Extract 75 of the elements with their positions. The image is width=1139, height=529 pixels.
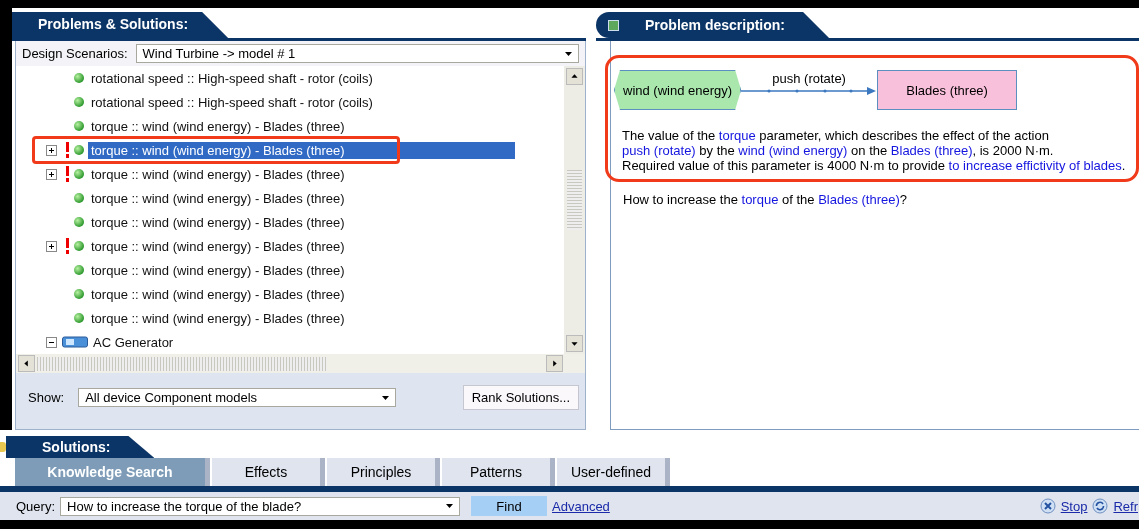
tree-item[interactable]: torque :: wind (wind energy) - Blades (three)	[88, 117, 348, 135]
term-link[interactable]: torque	[741, 192, 779, 207]
caret-icon	[565, 51, 572, 56]
target-node: Blades (three)	[877, 70, 1018, 110]
action-label: push (rotate)	[772, 70, 846, 86]
warning-icon	[65, 166, 69, 182]
caret-icon	[382, 395, 390, 400]
stop-icon	[1039, 498, 1056, 514]
warning-icon	[65, 238, 69, 254]
scroll-thumb[interactable]	[567, 170, 582, 230]
status-dot-icon	[74, 265, 84, 275]
tab[interactable]: User-defined	[557, 458, 670, 486]
collapse-icon[interactable]	[46, 336, 57, 348]
term-link[interactable]: wind (wind energy)	[738, 143, 848, 158]
status-dot-icon	[74, 313, 84, 323]
find-button[interactable]: Find	[471, 496, 547, 516]
description-text: The value of the torque parameter, which describes the effect of the action push (rotate) by the wind (wind energy) on the Blades (three), is 2000 N·m. Required value of this parameter is 4000 N·m to provide to increase effictivity of blades.	[622, 128, 1126, 173]
tree-item[interactable]: torque :: wind (wind energy) - Blades (three)	[88, 285, 348, 303]
status-dot-icon	[74, 169, 84, 179]
scenario-label: Design Scenarios:	[22, 46, 128, 61]
status-dot-icon	[74, 289, 84, 299]
term-link[interactable]: to increase effictivity of blades	[948, 158, 1122, 173]
tab[interactable]: Effects	[212, 458, 325, 486]
tree-item[interactable]: torque :: wind (wind energy) - Blades (three)	[88, 261, 348, 279]
panel-icon	[608, 19, 619, 31]
tree-item[interactable]: torque :: wind (wind energy) - Blades (three)	[88, 189, 348, 207]
vertical-scrollbar[interactable]	[564, 66, 585, 354]
tab[interactable]: Principles	[327, 458, 440, 486]
term-link[interactable]: push (rotate)	[622, 143, 696, 158]
status-dot-icon	[74, 217, 84, 227]
scroll-left-icon[interactable]	[18, 355, 35, 372]
term-link[interactable]: Blades (three)	[818, 192, 900, 207]
expand-icon[interactable]	[46, 240, 57, 252]
bulb-icon	[0, 442, 6, 452]
refresh-icon	[1092, 498, 1109, 514]
scroll-right-icon[interactable]	[546, 355, 563, 372]
show-dropdown[interactable]: All device Component models	[78, 388, 397, 407]
tab[interactable]: Patterns	[442, 458, 555, 486]
term-link[interactable]: torque	[718, 128, 756, 143]
status-dot-icon	[74, 241, 84, 251]
source-node: wind (wind energy)	[614, 70, 742, 110]
panel-title: Problems & Solutions:	[12, 12, 229, 38]
stop-link[interactable]: Stop	[1060, 498, 1088, 514]
status-dot-icon	[74, 193, 84, 203]
expand-icon[interactable]	[46, 144, 57, 156]
tree-item[interactable]: rotational speed :: High-speed shaft - rotor (coils)	[88, 93, 376, 111]
tree-item[interactable]: torque :: wind (wind energy) - Blades (three)	[88, 141, 515, 159]
tree-item[interactable]: AC Generator	[90, 333, 177, 351]
tree-item[interactable]: torque :: wind (wind energy) - Blades (three)	[88, 213, 348, 231]
query-label: Query:	[16, 498, 55, 514]
refresh-link[interactable]: Refr	[1113, 498, 1138, 514]
advanced-link[interactable]: Advanced	[552, 498, 610, 514]
panel-title: Solutions:	[6, 436, 155, 458]
status-dot-icon	[74, 73, 84, 83]
query-field[interactable]: How to increase the torque of the blade?	[60, 496, 460, 516]
tree-item[interactable]: rotational speed :: High-speed shaft - rotor (coils)	[88, 69, 376, 87]
caret-icon	[446, 504, 453, 508]
tree-item[interactable]: torque :: wind (wind energy) - Blades (three)	[88, 237, 348, 255]
scroll-down-icon[interactable]	[566, 335, 583, 352]
status-dot-icon	[74, 121, 84, 131]
tree-item[interactable]: torque :: wind (wind energy) - Blades (three)	[88, 309, 348, 327]
horizontal-scrollbar[interactable]	[16, 354, 585, 373]
scroll-up-icon[interactable]	[566, 68, 583, 85]
scroll-thumb[interactable]	[37, 356, 327, 371]
show-label: Show:	[28, 390, 65, 405]
question-text: How to increase the torque of the Blades (three)?	[623, 192, 909, 207]
scenario-dropdown[interactable]: Wind Turbine -> model # 1	[135, 44, 579, 63]
status-dot-icon	[74, 145, 84, 155]
warning-icon	[65, 142, 69, 158]
component-icon	[62, 336, 88, 348]
expand-icon[interactable]	[46, 168, 57, 180]
rank-solutions-button[interactable]: Rank Solutions...	[462, 385, 579, 410]
panel-title: Problem description:	[596, 12, 830, 38]
status-dot-icon	[74, 97, 84, 107]
tree-item[interactable]: torque :: wind (wind energy) - Blades (three)	[88, 165, 348, 183]
